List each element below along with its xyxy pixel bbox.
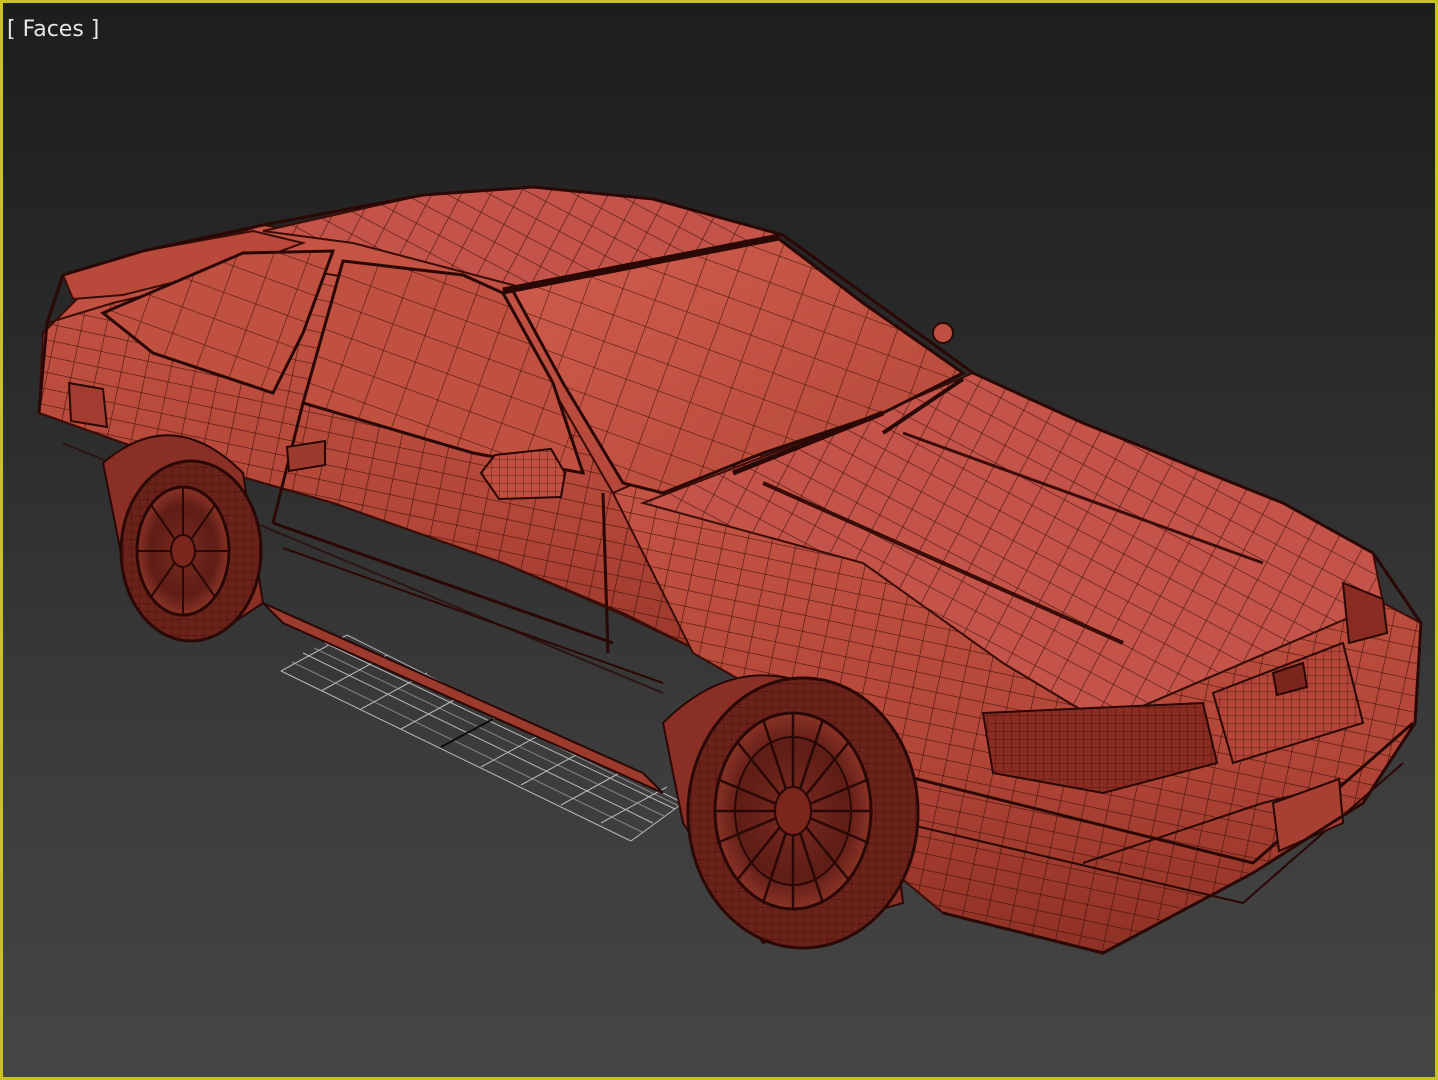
rear-wheel <box>119 459 263 643</box>
car-model[interactable] <box>37 185 1423 955</box>
ground-grid <box>280 634 684 842</box>
scene-canvas[interactable] <box>3 3 1435 1077</box>
front-wheel <box>686 676 920 950</box>
perspective-viewport[interactable]: [ Faces ] <box>0 0 1438 1080</box>
